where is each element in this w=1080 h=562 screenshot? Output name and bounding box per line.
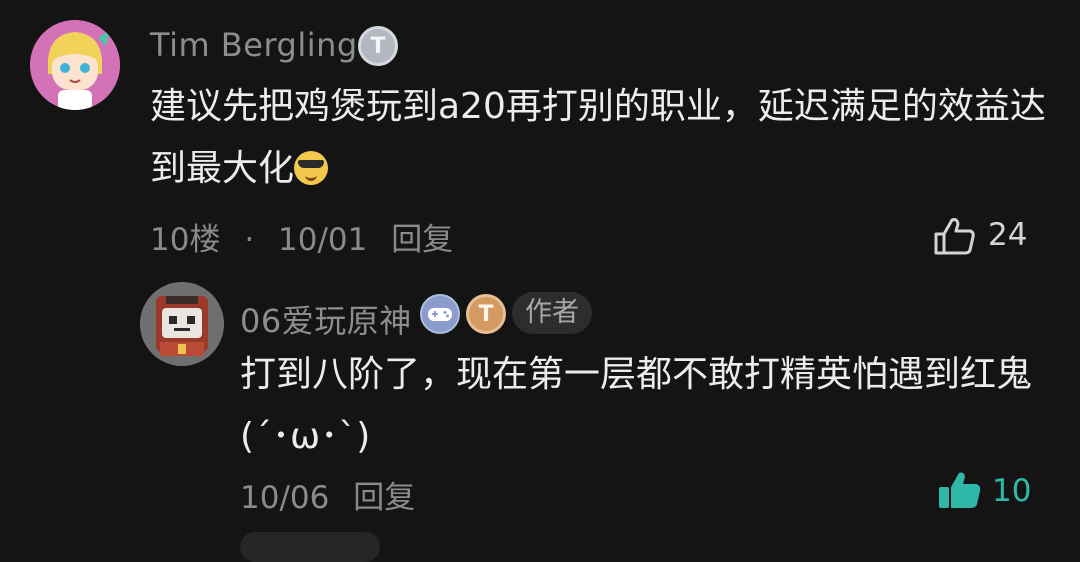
comment-content: 建议先把鸡煲玩到a20再打别的职业，延迟满足的效益达到最大化 [150,76,1050,200]
author-tag: 作者 [512,292,592,334]
comment-text: 建议先把鸡煲玩到a20再打别的职业，延迟满足的效益达到最大化 [150,86,1046,189]
reply-content: 打到八阶了，现在第一层都不敢打精英怕遇到红鬼(´･ω･`) [240,354,1033,457]
comment-username[interactable]: Tim Bergling [150,26,358,64]
reply-meta: 10/06 回复 [240,472,429,517]
reply-date: 10/06 [240,480,330,516]
reply-button[interactable]: 回复 [391,222,453,258]
reply-like-count: 10 [992,473,1032,509]
comment-date: 10/01 [278,222,368,258]
reply-username[interactable]: 06爱玩原神 [240,296,412,342]
comment-floor: 10楼 [150,222,221,258]
thumbs-up-icon[interactable] [933,216,977,260]
reply-user-avatar[interactable] [140,282,224,366]
user-avatar[interactable] [30,20,120,110]
thumbs-up-filled-icon[interactable] [937,470,983,514]
cool-sunglasses-emoji-icon [294,151,329,185]
user-level-badge: T [358,26,398,66]
reply-reply-button[interactable]: 回复 [353,480,415,516]
pixel-avatar-icon [140,282,224,366]
comment-meta: 10楼 · 10/01 回复 [150,214,467,259]
like-count: 24 [988,217,1028,253]
reply-level-badge: T [466,294,506,334]
anime-avatar-icon [30,20,120,110]
gamepad-badge-icon [420,294,460,334]
meta-separator: · [244,222,255,258]
more-replies-pill[interactable] [240,532,380,562]
